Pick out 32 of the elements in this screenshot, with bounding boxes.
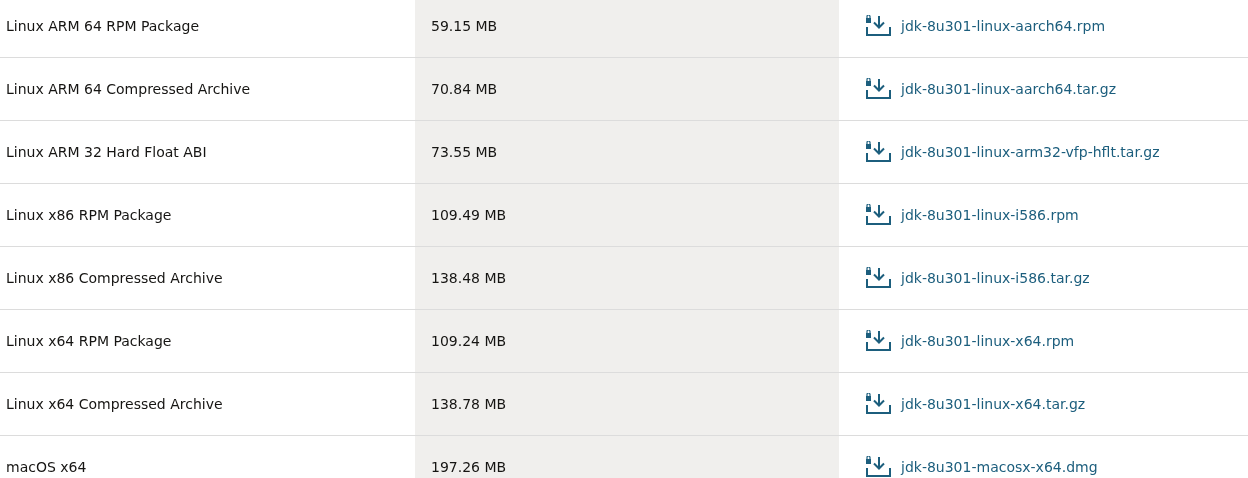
download-icon (865, 267, 891, 289)
size-cell: 59.15 MB (415, 0, 839, 57)
download-icon (865, 78, 891, 100)
size-cell: 138.48 MB (415, 247, 839, 309)
product-name: Linux x86 RPM Package (6, 207, 172, 223)
product-name: Linux x64 Compressed Archive (6, 396, 223, 412)
download-link[interactable]: jdk-8u301-linux-aarch64.tar.gz (901, 81, 1117, 97)
download-icon (865, 330, 891, 352)
download-icon (865, 15, 891, 37)
download-link[interactable]: jdk-8u301-linux-x64.tar.gz (901, 396, 1086, 412)
product-name: Linux ARM 64 RPM Package (6, 18, 199, 34)
size-cell: 138.78 MB (415, 373, 839, 435)
download-link[interactable]: jdk-8u301-linux-arm32-vfp-hflt.tar.gz (901, 144, 1160, 160)
size-cell: 70.84 MB (415, 58, 839, 120)
product-name: Linux x64 RPM Package (6, 333, 172, 349)
download-link[interactable]: jdk-8u301-linux-i586.tar.gz (901, 270, 1090, 286)
download-link[interactable]: jdk-8u301-linux-aarch64.rpm (901, 18, 1106, 34)
download-icon (865, 141, 891, 163)
product-name: Linux x86 Compressed Archive (6, 270, 223, 286)
download-link[interactable]: jdk-8u301-linux-i586.rpm (901, 207, 1079, 223)
size-cell: 109.24 MB (415, 310, 839, 372)
product-name: macOS x64 (6, 459, 87, 475)
download-link[interactable]: jdk-8u301-macosx-x64.dmg (901, 459, 1098, 475)
download-icon (865, 204, 891, 226)
download-icon (865, 393, 891, 415)
size-cell: 109.49 MB (415, 184, 839, 246)
size-cell: 197.26 MB (415, 436, 839, 478)
download-icon (865, 456, 891, 478)
size-cell: 73.55 MB (415, 121, 839, 183)
product-name: Linux ARM 32 Hard Float ABI (6, 144, 207, 160)
download-link[interactable]: jdk-8u301-linux-x64.rpm (901, 333, 1075, 349)
product-name: Linux ARM 64 Compressed Archive (6, 81, 251, 97)
